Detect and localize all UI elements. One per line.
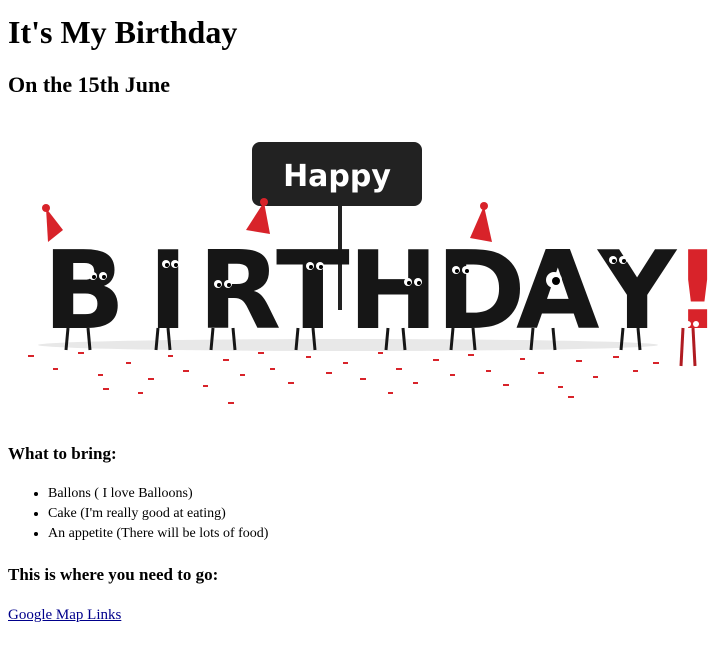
letter-d: D xyxy=(436,229,526,354)
google-map-link[interactable]: Google Map Links xyxy=(8,605,121,625)
happy-birthday-banner-image: Happy B I R T H D A Y ! xyxy=(28,142,713,404)
list-item: An appetite (There will be lots of food) xyxy=(48,524,268,544)
letter-r: R xyxy=(198,229,281,354)
letter-b: B xyxy=(43,229,125,354)
confetti xyxy=(28,352,659,404)
page-title: It's My Birthday xyxy=(8,14,238,50)
happy-sign-text: Happy xyxy=(283,159,391,194)
where-to-go-heading: This is where you need to go: xyxy=(8,565,219,584)
page-subtitle: On the 15th June xyxy=(8,72,170,97)
letter-a: A xyxy=(516,229,600,354)
letter-h: H xyxy=(348,229,438,354)
list-item: Ballons ( I love Balloons) xyxy=(48,484,268,504)
list-item: Cake (I'm really good at eating) xyxy=(48,504,268,524)
letter-y: Y xyxy=(596,229,678,354)
bring-list: Ballons ( I love Balloons) Cake (I'm rea… xyxy=(8,484,268,544)
what-to-bring-heading: What to bring: xyxy=(8,444,117,463)
